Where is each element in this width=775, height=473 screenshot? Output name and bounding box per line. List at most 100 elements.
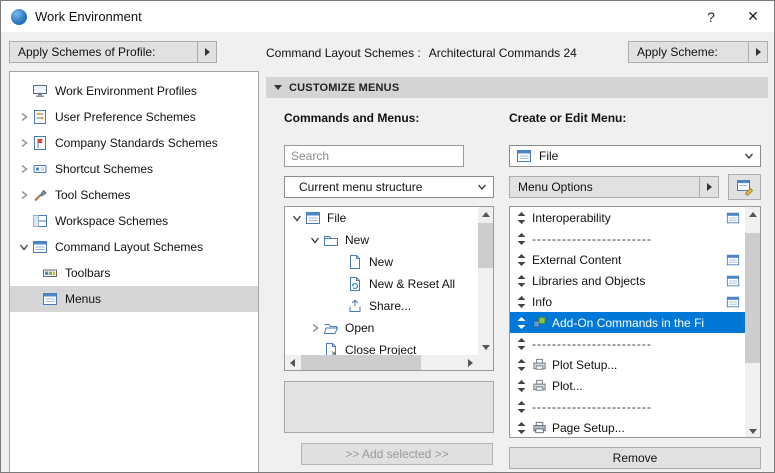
tool-scheme-icon (32, 187, 50, 203)
chevron-down-icon (477, 183, 487, 191)
workspace-scheme-icon (32, 213, 50, 229)
tree-item-new-and-reset-all[interactable]: New & Reset All (285, 273, 478, 295)
scroll-left-button[interactable] (285, 355, 300, 370)
preferences-scheme-icon (32, 109, 50, 125)
chevron-right-icon[interactable] (16, 164, 32, 174)
menu-row-external-content[interactable]: External Content (510, 249, 745, 270)
menu-row-plot-setup[interactable]: Plot Setup... (510, 354, 745, 375)
scheme-type-label: Command Layout Schemes : (266, 46, 421, 60)
scroll-thumb[interactable] (301, 355, 421, 370)
drag-handle-icon[interactable] (510, 296, 532, 308)
menu-items-list: Interoperability -----------------------… (509, 206, 761, 438)
sidebar-item-tool-schemes[interactable]: Tool Schemes (10, 182, 258, 208)
sidebar-item-command-layout-schemes[interactable]: Command Layout Schemes (10, 234, 258, 260)
menu-row-libraries-and-objects[interactable]: Libraries and Objects (510, 270, 745, 291)
search-input[interactable] (284, 145, 464, 167)
menu-row-separator[interactable]: ------------------------ (510, 396, 745, 417)
remove-button[interactable]: Remove (509, 447, 761, 469)
apply-schemes-of-profile-button[interactable]: Apply Schemes of Profile: (9, 41, 217, 63)
standards-scheme-icon (32, 135, 50, 151)
scheme-name: Architectural Commands 24 (429, 46, 577, 60)
document-icon (347, 254, 365, 270)
drag-handle-icon[interactable] (510, 359, 532, 371)
page-setup-icon (532, 420, 552, 435)
close-button[interactable]: ✕ (732, 1, 774, 32)
scroll-right-button[interactable] (463, 355, 478, 370)
sidebar-item-menus[interactable]: Menus (10, 286, 258, 312)
menu-structure-select[interactable]: Current menu structure (284, 176, 494, 198)
tree-item-file[interactable]: File (285, 207, 478, 229)
menu-row-info[interactable]: Info (510, 291, 745, 312)
chevron-right-icon[interactable] (16, 190, 32, 200)
toolbars-icon (42, 265, 60, 281)
menu-row-separator[interactable]: ------------------------ (510, 228, 745, 249)
app-icon (11, 9, 27, 25)
tree-vertical-scrollbar[interactable] (478, 207, 493, 355)
help-button[interactable]: ? (690, 1, 732, 32)
menu-icon (516, 148, 534, 164)
plot-icon (532, 378, 552, 393)
close-document-icon (323, 342, 341, 355)
submenu-icon (726, 253, 744, 267)
scroll-up-button[interactable] (478, 207, 493, 222)
tree-item-open[interactable]: Open (285, 317, 478, 339)
scroll-up-button[interactable] (745, 207, 760, 222)
drag-handle-icon[interactable] (510, 212, 532, 224)
titlebar-buttons: ? ✕ (690, 1, 774, 32)
customize-menus-header[interactable]: CUSTOMIZE MENUS (266, 77, 768, 98)
customize-menus-panel: CUSTOMIZE MENUS Commands and Menus: Curr… (266, 77, 768, 473)
drag-handle-icon[interactable] (510, 380, 532, 392)
scroll-down-button[interactable] (478, 340, 493, 355)
drag-handle-icon[interactable] (510, 275, 532, 287)
sidebar-item-workspace-schemes[interactable]: Workspace Schemes (10, 208, 258, 234)
chevron-down-icon (744, 152, 754, 160)
menu-row-page-setup[interactable]: Page Setup... (510, 417, 745, 438)
chevron-right-icon[interactable] (307, 323, 323, 333)
drag-handle-icon[interactable] (510, 233, 532, 245)
tree-item-new-folder[interactable]: New (285, 229, 478, 251)
menu-row-separator[interactable]: ------------------------ (510, 333, 745, 354)
chevron-right-icon[interactable] (16, 138, 32, 148)
chevron-down-icon[interactable] (289, 213, 305, 223)
tree-item-close-project[interactable]: Close Project (285, 339, 478, 355)
command-layout-scheme-icon (32, 239, 50, 255)
chevron-down-icon[interactable] (16, 242, 32, 252)
share-icon (347, 298, 365, 314)
chevron-down-icon[interactable] (307, 235, 323, 245)
tree-item-new[interactable]: New (285, 251, 478, 273)
commands-tree: File New New New & Reset All (284, 206, 494, 371)
document-reset-icon (347, 276, 365, 292)
new-menu-button[interactable] (728, 174, 761, 200)
plot-setup-icon (532, 357, 552, 372)
drag-handle-icon[interactable] (510, 254, 532, 266)
sidebar-item-work-environment-profiles[interactable]: Work Environment Profiles (10, 78, 258, 104)
sidebar-item-shortcut-schemes[interactable]: Shortcut Schemes (10, 156, 258, 182)
drag-handle-icon[interactable] (510, 338, 532, 350)
open-folder-icon (323, 320, 341, 336)
drag-handle-icon[interactable] (510, 317, 532, 329)
scroll-thumb[interactable] (478, 223, 493, 268)
scheme-tree-sidebar: Work Environment Profiles User Preferenc… (9, 71, 259, 473)
menu-vertical-scrollbar[interactable] (745, 207, 760, 438)
sidebar-item-user-preference-schemes[interactable]: User Preference Schemes (10, 104, 258, 130)
chevron-right-icon[interactable] (16, 112, 32, 122)
scroll-thumb[interactable] (745, 233, 760, 363)
edit-menu-select[interactable]: File (509, 145, 761, 167)
tree-item-share[interactable]: Share... (285, 295, 478, 317)
menu-icon (305, 210, 323, 226)
tree-horizontal-scrollbar[interactable] (285, 355, 478, 370)
addon-icon (532, 315, 552, 330)
drag-handle-icon[interactable] (510, 422, 532, 434)
sidebar-item-company-standards-schemes[interactable]: Company Standards Schemes (10, 130, 258, 156)
drag-handle-icon[interactable] (510, 401, 532, 413)
menu-row-interoperability[interactable]: Interoperability (510, 207, 745, 228)
shortcut-scheme-icon (32, 161, 50, 177)
menu-row-add-on-commands[interactable]: Add-On Commands in the Fi (510, 312, 745, 333)
add-selected-button[interactable]: >> Add selected >> (301, 443, 493, 465)
scroll-down-button[interactable] (745, 424, 760, 438)
menu-row-plot[interactable]: Plot... (510, 375, 745, 396)
sidebar-item-toolbars[interactable]: Toolbars (10, 260, 258, 286)
menu-options-button[interactable]: Menu Options (509, 176, 719, 198)
submenu-icon (726, 211, 744, 225)
apply-scheme-button[interactable]: Apply Scheme: (628, 41, 768, 63)
